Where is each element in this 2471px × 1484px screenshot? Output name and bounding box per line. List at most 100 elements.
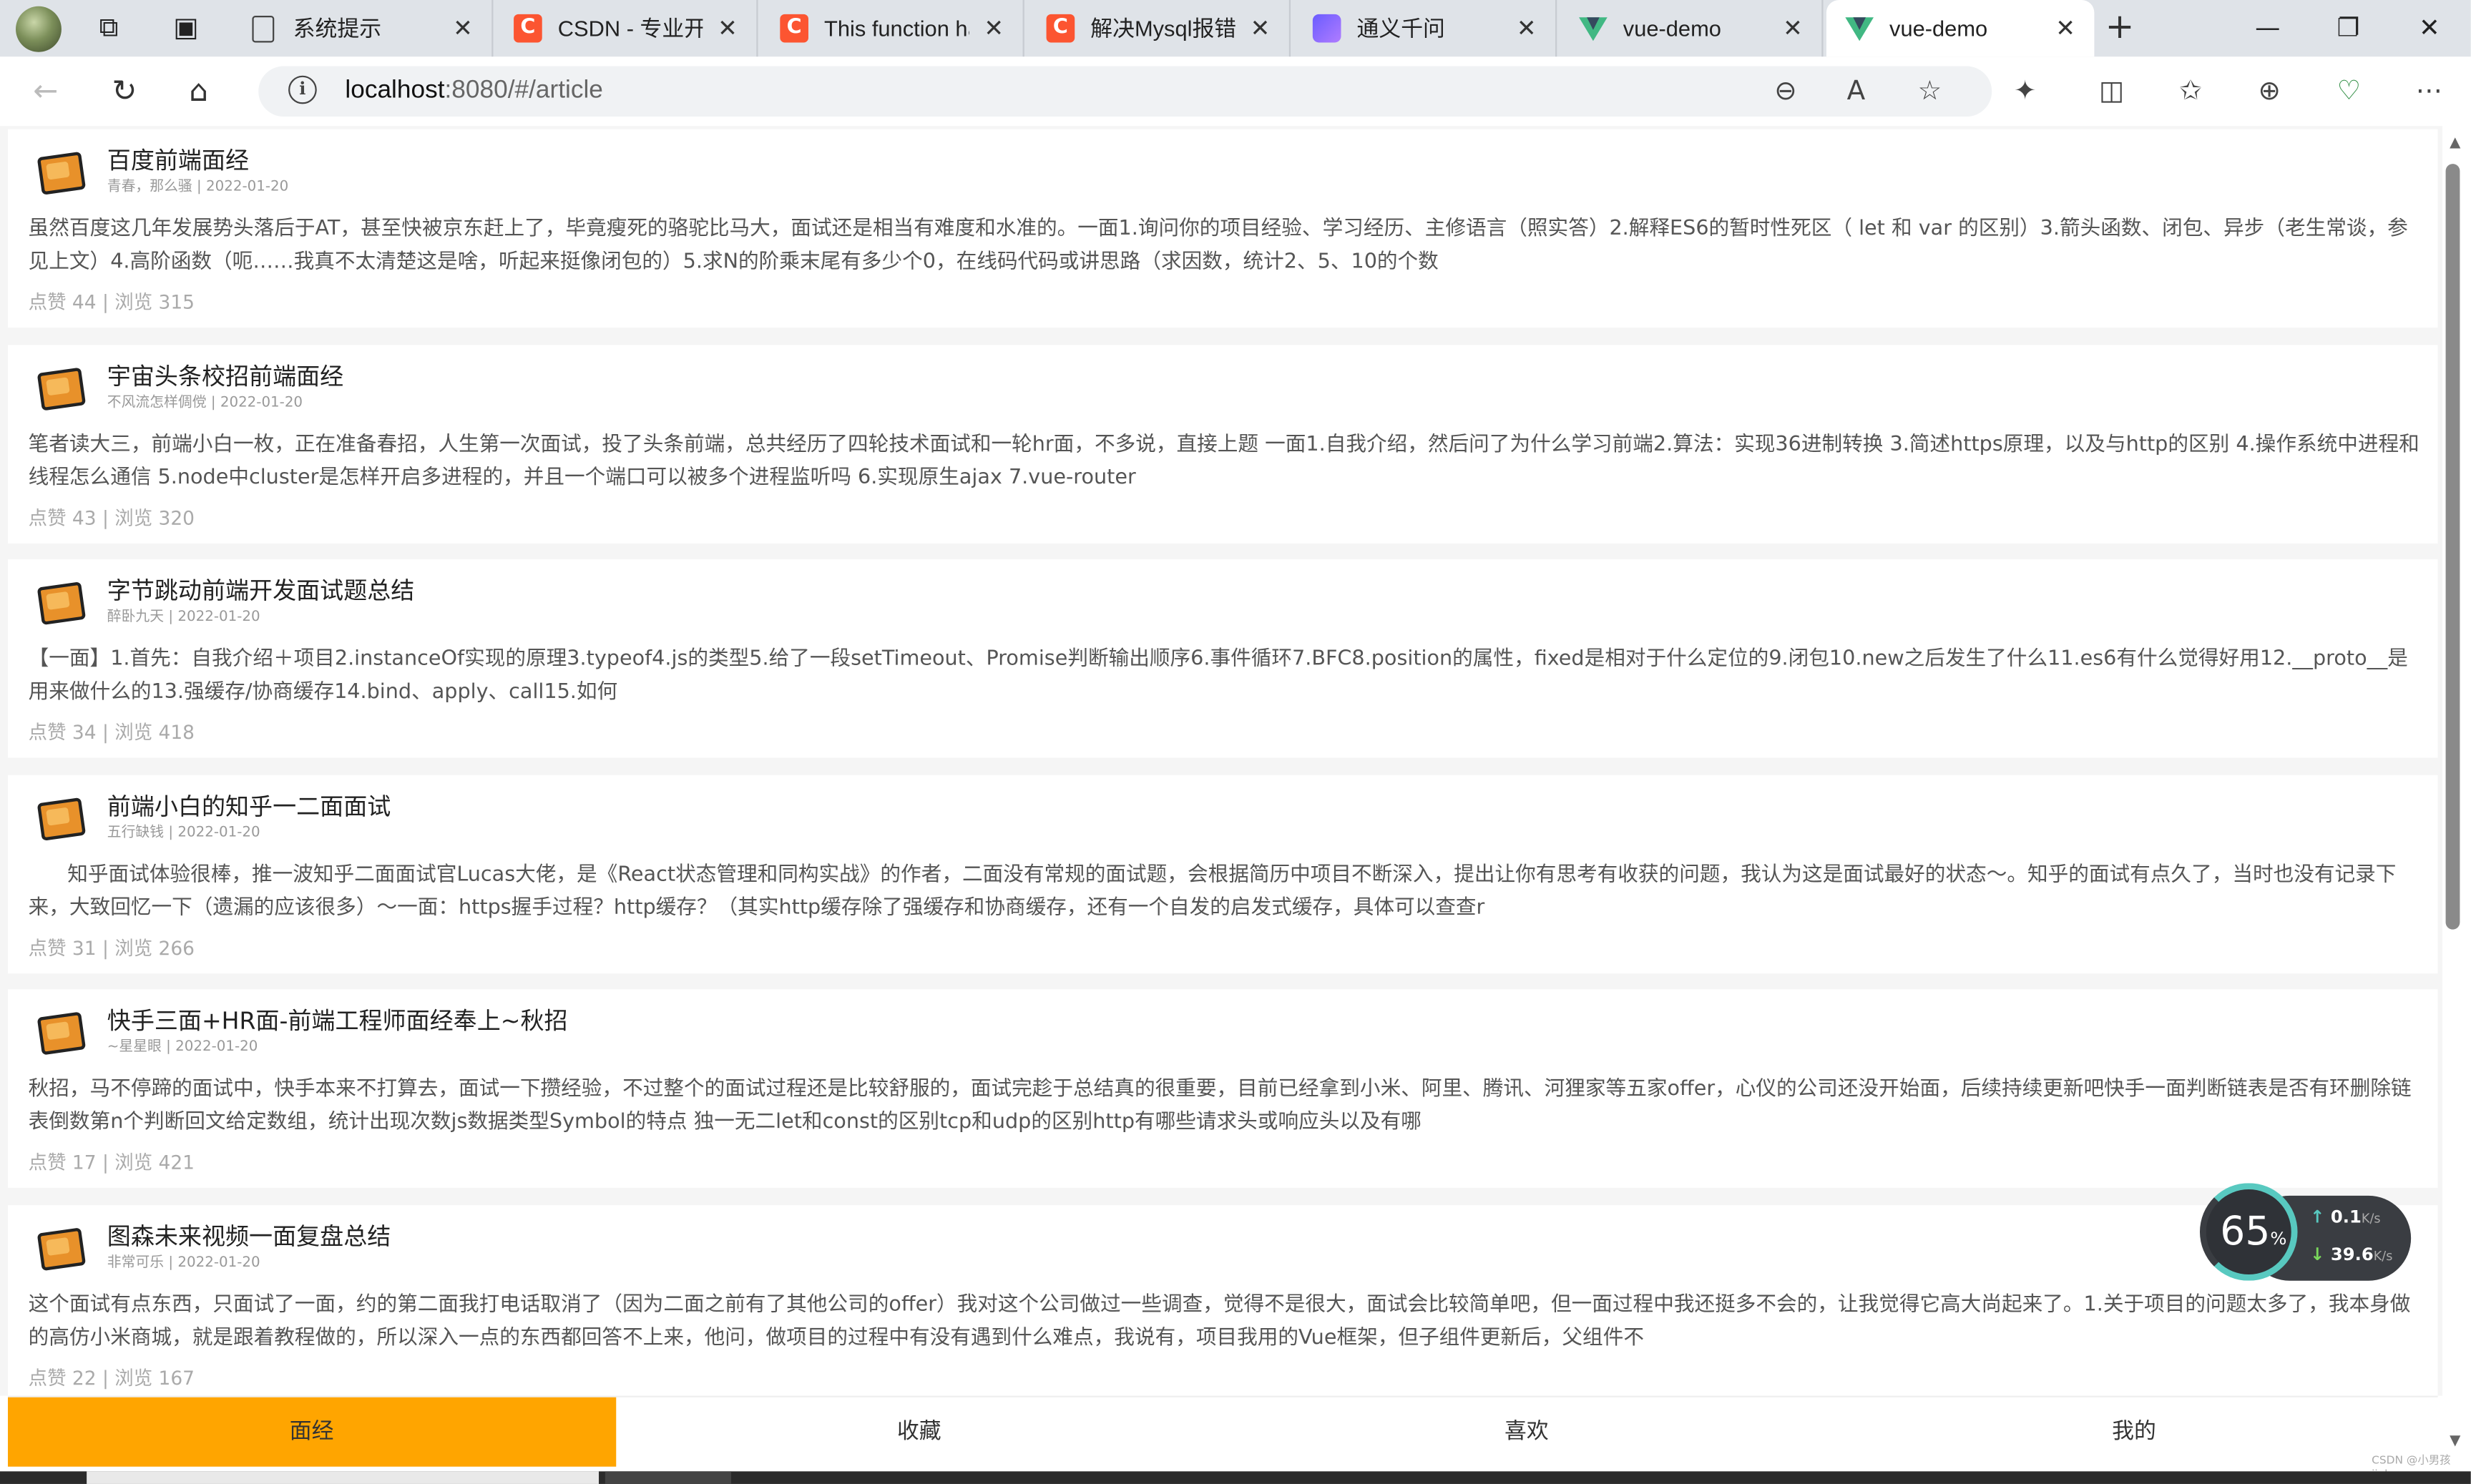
- tab-title: vue-demo: [1623, 16, 1721, 41]
- close-tab-icon[interactable]: ✕: [984, 13, 1004, 44]
- favorite-star-icon[interactable]: ☆: [1918, 74, 1942, 109]
- article-stats: 点赞 43 | 浏览 320: [28, 507, 195, 530]
- download-unit: K/s: [2373, 1249, 2393, 1264]
- close-tab-icon[interactable]: ✕: [1783, 13, 1803, 44]
- tab-mine[interactable]: 我的: [1830, 1397, 2437, 1467]
- article-meta: 非常可乐 | 2022-01-20: [107, 1255, 260, 1272]
- article-stats: 点赞 44 | 浏览 315: [28, 291, 195, 314]
- url-host: localhost: [345, 77, 445, 104]
- minimize-icon[interactable]: —: [2255, 9, 2280, 47]
- tab-csdn[interactable]: C CSDN - 专业开发者社区 ✕: [495, 0, 758, 57]
- close-tab-icon[interactable]: ✕: [1251, 13, 1271, 44]
- url-path: :8080/#/article: [444, 77, 603, 104]
- tab-vue-demo-active[interactable]: vue-demo ✕: [1826, 0, 2095, 57]
- vue-icon: [1579, 17, 1608, 41]
- bottom-tab-bar: 面经 收藏 喜欢 我的: [8, 1395, 2438, 1467]
- article-card[interactable]: 百度前端面经 青春，那么骚 | 2022-01-20 虽然百度这几年发展势头落后…: [8, 129, 2438, 328]
- article-title[interactable]: 宇宙头条校招前端面经: [107, 360, 343, 393]
- browser-essentials-icon[interactable]: ♡: [2337, 74, 2362, 109]
- close-tab-icon[interactable]: ✕: [2055, 13, 2075, 44]
- tab-actions-icon[interactable]: ▣: [169, 11, 203, 45]
- tab-like[interactable]: 喜欢: [1223, 1397, 1830, 1467]
- scroll-down-icon[interactable]: ▼: [2444, 1433, 2466, 1449]
- article-stats: 点赞 31 | 浏览 266: [28, 937, 195, 960]
- article-card[interactable]: 快手三面+HR面-前端工程师面经奉上~秋招 ~星星眼 | 2022-01-20 …: [8, 989, 2438, 1188]
- article-desc: 秋招，马不停蹄的面试中，快手本来不打算去，面试一下攒经验，不过整个的面试过程还是…: [28, 1077, 2412, 1134]
- url-text[interactable]: localhost:8080/#/article: [345, 74, 603, 109]
- tab-mianjing[interactable]: 面经: [8, 1397, 616, 1467]
- new-tab-icon[interactable]: +: [2105, 9, 2135, 47]
- collections-icon[interactable]: ⊕: [2258, 74, 2280, 109]
- memory-percent: 65%: [2209, 1205, 2297, 1267]
- vue-icon: [1845, 17, 1874, 41]
- more-menu-icon[interactable]: ⋯: [2416, 74, 2442, 109]
- article-card[interactable]: 宇宙头条校招前端面经 不风流怎样倜傥 | 2022-01-20 笔者读大三，前端…: [8, 345, 2438, 544]
- tab-title: 解决Mysql报错: [1090, 16, 1236, 41]
- article-avatar: [36, 797, 87, 841]
- split-screen-icon[interactable]: ◫: [2099, 74, 2124, 109]
- scrollbar-thumb[interactable]: [2445, 164, 2460, 930]
- tab-title: 通义千问: [1356, 16, 1445, 41]
- article-list: 百度前端面经 青春，那么骚 | 2022-01-20 虽然百度这几年发展势头落后…: [0, 126, 2443, 1396]
- upload-speed: ↑ 0.1K/s: [2310, 1207, 2380, 1227]
- article-meta: 醉卧九天 | 2022-01-20: [107, 609, 260, 626]
- restore-icon[interactable]: ❐: [2337, 9, 2360, 47]
- article-desc: 这个面试有点东西，只面试了一面，约的第二面我打电话取消了（因为二面之前有了其他公…: [28, 1293, 2411, 1350]
- taskbar: [0, 1471, 2471, 1484]
- site-info-icon[interactable]: i: [288, 75, 317, 104]
- upload-value: 0.1: [2330, 1207, 2362, 1227]
- tab-vue-demo-1[interactable]: vue-demo ✕: [1560, 0, 1824, 57]
- extensions-icon[interactable]: ✦: [2014, 74, 2036, 109]
- memory-percent-value: 65: [2220, 1208, 2271, 1254]
- tab-mysql[interactable]: C 解决Mysql报错 ✕: [1027, 0, 1291, 57]
- close-window-icon[interactable]: ✕: [2419, 9, 2440, 47]
- tab-collect[interactable]: 收藏: [615, 1397, 1223, 1467]
- upload-unit: K/s: [2361, 1211, 2381, 1226]
- article-meta: ~星星眼 | 2022-01-20: [107, 1039, 258, 1056]
- article-title[interactable]: 前端小白的知乎一二面面试: [107, 791, 391, 824]
- read-aloud-icon[interactable]: A: [1847, 74, 1866, 109]
- close-tab-icon[interactable]: ✕: [718, 13, 738, 44]
- download-speed: ↓ 39.6K/s: [2310, 1244, 2392, 1265]
- article-meta: 青春，那么骚 | 2022-01-20: [107, 180, 289, 196]
- csdn-icon: C: [514, 14, 542, 43]
- article-title[interactable]: 快手三面+HR面-前端工程师面经奉上~秋招: [107, 1005, 568, 1038]
- taskbar-item[interactable]: [605, 1471, 732, 1484]
- scroll-up-icon[interactable]: ▲: [2444, 135, 2466, 151]
- article-card[interactable]: 前端小白的知乎一二面面试 五行缺钱 | 2022-01-20 知乎面试体验很棒，…: [8, 775, 2438, 974]
- favorites-icon[interactable]: ✩: [2179, 74, 2201, 109]
- csdn-icon: C: [780, 14, 808, 43]
- article-card[interactable]: 图森未来视频一面复盘总结 非常可乐 | 2022-01-20 这个面试有点东西，…: [8, 1205, 2438, 1396]
- network-speed-widget[interactable]: 65% ↑ 0.1K/s ↓ 39.6K/s: [2199, 1183, 2412, 1293]
- back-icon[interactable]: ←: [33, 72, 58, 110]
- article-card[interactable]: 字节跳动前端开发面试题总结 醉卧九天 | 2022-01-20 【一面】1.首先…: [8, 559, 2438, 758]
- tab-tongyi[interactable]: 通义千问 ✕: [1293, 0, 1557, 57]
- article-desc: 笔者读大三，前端小白一枚，正在准备春招，人生第一次面试，投了头条前端，总共经历了…: [28, 433, 2419, 491]
- article-stats: 点赞 34 | 浏览 418: [28, 721, 195, 744]
- tab-title: 系统提示: [293, 16, 382, 41]
- article-title[interactable]: 字节跳动前端开发面试题总结: [107, 575, 415, 608]
- profile-avatar[interactable]: [16, 6, 62, 52]
- refresh-icon[interactable]: ↻: [112, 72, 137, 110]
- article-meta: 五行缺钱 | 2022-01-20: [107, 825, 260, 842]
- close-tab-icon[interactable]: ✕: [1517, 13, 1537, 44]
- tab-this-function[interactable]: C This function has none ✕: [761, 0, 1024, 57]
- home-icon[interactable]: ⌂: [189, 72, 208, 110]
- memory-percent-unit: %: [2270, 1229, 2287, 1249]
- article-desc: 虽然百度这几年发展势头落后于AT，甚至快被京东赶上了，毕竟瘦死的骆驼比马大，面试…: [28, 217, 2408, 275]
- tab-title: This function has none: [824, 16, 969, 41]
- taskbar-item[interactable]: [87, 1471, 600, 1484]
- article-meta: 不风流怎样倜傥 | 2022-01-20: [107, 395, 303, 411]
- article-desc: 知乎面试体验很棒，推一波知乎二面面试官Lucas大佬，是《React状态管理和同…: [28, 863, 2397, 920]
- document-icon: [252, 16, 275, 43]
- tab-system-prompt[interactable]: 系统提示 ✕: [230, 0, 494, 57]
- zoom-out-icon[interactable]: ⊖: [1774, 74, 1796, 109]
- article-title[interactable]: 图森未来视频一面复盘总结: [107, 1221, 391, 1254]
- article-avatar: [36, 1011, 87, 1056]
- close-tab-icon[interactable]: ✕: [453, 13, 473, 44]
- workspaces-icon[interactable]: ⧉: [92, 11, 126, 45]
- article-avatar: [36, 1227, 87, 1272]
- article-title[interactable]: 百度前端面经: [107, 145, 249, 178]
- tab-title: vue-demo: [1889, 16, 1988, 41]
- article-avatar: [36, 367, 87, 411]
